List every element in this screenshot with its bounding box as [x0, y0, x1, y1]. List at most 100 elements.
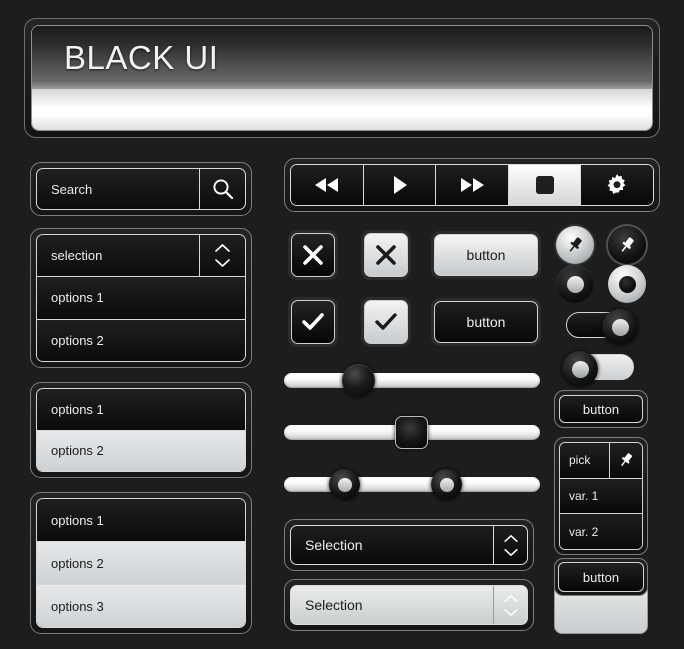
slider-knob[interactable]: [395, 416, 428, 449]
bottom-right-group: button: [554, 558, 648, 634]
list-item-label: options 3: [51, 598, 104, 614]
list-item-label: options 2: [51, 555, 104, 571]
selection-spinner-dark-label: Selection: [305, 537, 363, 553]
play-button[interactable]: [362, 165, 436, 205]
toggle-knob[interactable]: [602, 309, 638, 345]
selection-spinner-dark-arrows[interactable]: [493, 526, 527, 564]
list-item-label: options 2: [51, 443, 104, 459]
button-light[interactable]: button: [431, 231, 541, 279]
search-input-wrapper: [37, 169, 199, 209]
list-item[interactable]: options 2: [37, 541, 245, 584]
chevron-up-icon[interactable]: [503, 534, 519, 543]
fast-forward-icon: [460, 178, 484, 192]
header-inner: BLACK UI: [31, 25, 653, 131]
slider-range[interactable]: [284, 464, 540, 504]
options-list-two: options 1 options 2: [36, 388, 246, 472]
list-item-label: options 1: [51, 290, 104, 306]
play-icon: [394, 176, 408, 194]
chevron-up-icon[interactable]: [214, 243, 231, 253]
check-icon: [375, 313, 397, 330]
header-content-strip: [32, 90, 652, 130]
slider-knob-low[interactable]: [329, 469, 360, 500]
pin-button-light[interactable]: [556, 226, 594, 264]
list-item[interactable]: options 1: [37, 499, 245, 541]
slider-track[interactable]: [284, 373, 540, 388]
list-item-selected[interactable]: options 2: [37, 429, 245, 471]
chevron-down-icon[interactable]: [503, 608, 519, 617]
selection-spinner-light-label: Selection: [305, 597, 363, 613]
pick-list-item-label: var. 1: [569, 489, 599, 503]
list-item-label: options 1: [51, 512, 104, 528]
slider-knob[interactable]: [342, 364, 375, 397]
bottom-right-button-label: button: [558, 562, 644, 592]
list-item[interactable]: options 3: [37, 584, 245, 627]
right-button-label: button: [559, 395, 643, 423]
selection-spinner-dark[interactable]: Selection: [284, 519, 534, 571]
dropdown-list: selection options 1 options 2: [36, 234, 246, 362]
list-item[interactable]: options 1: [37, 276, 245, 319]
pick-dropdown-header[interactable]: pick: [560, 443, 642, 478]
dropdown-spinner[interactable]: [199, 235, 245, 277]
search-icon: [212, 179, 233, 200]
confirm-button-dark-face: [291, 300, 335, 344]
settings-button[interactable]: [580, 165, 653, 205]
toggle-switch-off[interactable]: [562, 351, 634, 387]
pick-list-item[interactable]: var. 1: [560, 477, 642, 514]
slider-track[interactable]: [284, 477, 540, 492]
close-button-dark[interactable]: [288, 230, 338, 280]
ui-kit-canvas: BLACK UI selection: [0, 0, 684, 649]
chevron-up-icon[interactable]: [503, 594, 519, 603]
gear-icon: [607, 173, 626, 195]
pick-pin-button[interactable]: [609, 443, 642, 478]
button-dark[interactable]: button: [431, 298, 541, 346]
toggle-knob[interactable]: [562, 351, 598, 387]
radio-button-dark[interactable]: [556, 265, 594, 303]
selection-spinner-light-face: Selection: [290, 585, 528, 625]
radio-button-light[interactable]: [608, 265, 646, 303]
slider-square-knob[interactable]: [284, 412, 540, 452]
pick-list-item[interactable]: var. 2: [560, 513, 642, 549]
dropdown-panel: selection options 1 options 2: [30, 228, 252, 368]
bottom-right-panel: [554, 590, 648, 634]
options-list-two-panel: options 1 options 2: [30, 382, 252, 478]
slider-knob-high[interactable]: [431, 469, 462, 500]
selection-spinner-dark-face: Selection: [290, 525, 528, 565]
list-item[interactable]: options 1: [37, 389, 245, 430]
toggle-switch-on[interactable]: [566, 309, 638, 345]
pushpin-icon: [621, 237, 634, 252]
pick-dropdown: pick var. 1 var. 2: [559, 442, 643, 550]
slider-round-knob[interactable]: [284, 360, 540, 400]
pick-dropdown-label: pick: [569, 453, 591, 468]
right-button[interactable]: button: [554, 390, 648, 428]
bottom-right-button[interactable]: button: [554, 558, 648, 596]
check-icon: [302, 313, 324, 330]
chevron-down-icon[interactable]: [214, 258, 231, 268]
header-title-bar: BLACK UI: [32, 26, 652, 91]
media-toolbar: [290, 164, 654, 206]
button-dark-label: button: [434, 301, 538, 343]
rewind-button[interactable]: [291, 165, 363, 205]
pushpin-icon: [621, 453, 633, 467]
list-item[interactable]: options 2: [37, 318, 245, 361]
selection-spinner-light[interactable]: Selection: [284, 579, 534, 631]
confirm-button-dark[interactable]: [288, 297, 338, 347]
close-button-light[interactable]: [361, 230, 411, 280]
list-item-label: options 2: [51, 332, 104, 348]
pushpin-icon: [569, 237, 582, 252]
search-input[interactable]: [51, 181, 199, 197]
page-title: BLACK UI: [64, 38, 219, 76]
search-button[interactable]: [199, 169, 245, 209]
stop-icon: [535, 176, 554, 194]
close-button-dark-face: [291, 233, 335, 277]
pin-button-dark[interactable]: [608, 226, 646, 264]
fast-forward-button[interactable]: [435, 165, 508, 205]
dropdown-selected-row[interactable]: selection: [37, 235, 245, 277]
confirm-button-light-face: [364, 300, 408, 344]
chevron-down-icon[interactable]: [503, 548, 519, 557]
confirm-button-light[interactable]: [361, 297, 411, 347]
rewind-icon: [314, 178, 338, 192]
stop-button[interactable]: [507, 165, 581, 205]
options-list-three: options 1 options 2 options 3: [36, 498, 246, 628]
selection-spinner-light-arrows[interactable]: [493, 586, 527, 624]
list-item-label: options 1: [51, 401, 104, 417]
